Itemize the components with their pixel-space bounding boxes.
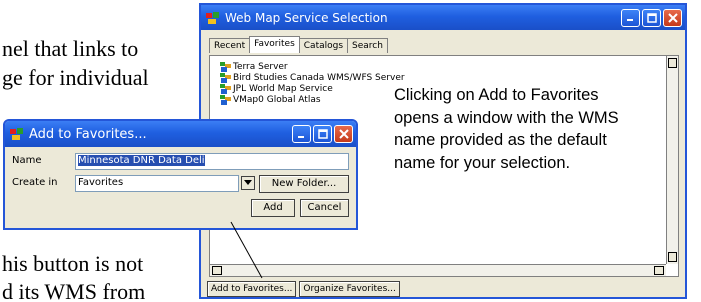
tree-item-label: Bird Studies Canada WMS/WFS Server [233, 73, 405, 83]
minimize-icon [298, 135, 304, 138]
new-folder-button[interactable]: New Folder... [259, 175, 349, 193]
scroll-right-arrow[interactable] [654, 266, 664, 275]
close-icon [338, 129, 349, 139]
wms-layer-icon [220, 84, 231, 94]
tree-item-label: JPL World Map Service [233, 84, 333, 94]
wms-layer-icon [220, 95, 231, 105]
name-label: Name [12, 155, 42, 166]
favorites-dialog-title: Add to Favorites... [29, 126, 147, 142]
create-in-value: Favorites [78, 177, 124, 188]
app-icon [206, 11, 219, 24]
scroll-up-arrow[interactable] [668, 58, 677, 68]
organize-favorites-button[interactable]: Organize Favorites... [299, 281, 400, 297]
tree-item-label: VMap0 Global Atlas [233, 95, 321, 105]
wms-titlebar[interactable]: Web Map Service Selection [201, 5, 685, 30]
create-in-label: Create in [12, 177, 58, 188]
maximize-icon [646, 12, 657, 23]
background-text-line-2: ge for individual [2, 65, 149, 90]
wms-bottom-bar: Add to Favorites... Organize Favorites..… [207, 281, 400, 297]
horizontal-scrollbar[interactable] [210, 264, 666, 276]
scroll-down-arrow[interactable] [668, 252, 677, 262]
background-text-line-1: nel that links to [2, 36, 139, 61]
vertical-scrollbar[interactable] [666, 56, 678, 264]
app-icon [10, 128, 23, 140]
chevron-down-icon [244, 180, 252, 185]
maximize-button[interactable] [313, 125, 332, 143]
background-text-line-3: his button is not [2, 251, 144, 276]
tab-catalogs[interactable]: Catalogs [298, 38, 349, 53]
callout-text: Clicking on Add to Favorites opens a win… [394, 86, 619, 172]
tree-item-vmap0[interactable]: VMap0 Global Atlas [220, 95, 321, 105]
close-icon [667, 12, 678, 23]
create-in-dropdown-button[interactable] [241, 176, 255, 190]
close-button[interactable] [663, 8, 682, 27]
create-in-select[interactable]: Favorites [75, 175, 239, 192]
name-field-value: Minnesota DNR Data Deli [78, 155, 205, 166]
tree-item-jpl-world-map[interactable]: JPL World Map Service [220, 84, 333, 94]
minimize-button[interactable] [292, 125, 311, 143]
tab-search[interactable]: Search [347, 38, 388, 53]
add-to-favorites-button[interactable]: Add to Favorites... [207, 281, 297, 297]
tree-item-bird-studies[interactable]: Bird Studies Canada WMS/WFS Server [220, 73, 405, 83]
maximize-icon [317, 129, 328, 139]
minimize-icon [627, 19, 633, 21]
wms-layer-icon [220, 62, 231, 72]
tab-recent[interactable]: Recent [209, 38, 251, 53]
tab-favorites[interactable]: Favorites [249, 36, 300, 53]
scroll-left-arrow[interactable] [212, 266, 222, 275]
name-field[interactable]: Minnesota DNR Data Deli [75, 153, 349, 170]
maximize-button[interactable] [642, 8, 661, 27]
add-button[interactable]: Add [251, 199, 295, 217]
favorites-titlebar[interactable]: Add to Favorites... [5, 121, 356, 147]
tree-item-terra-server[interactable]: Terra Server [220, 62, 288, 72]
tree-item-label: Terra Server [233, 62, 288, 72]
tab-bar: Recent Favorites Catalogs Search [209, 36, 388, 53]
background-text-line-4: d its WMS from [2, 279, 146, 302]
close-button[interactable] [334, 125, 353, 143]
callout-text-box: Clicking on Add to Favorites opens a win… [386, 83, 632, 235]
cancel-button[interactable]: Cancel [300, 199, 349, 217]
wms-window-title: Web Map Service Selection [225, 10, 388, 25]
minimize-button[interactable] [621, 8, 640, 27]
wms-layer-icon [220, 73, 231, 83]
add-to-favorites-dialog: Add to Favorites... Name Minnesota DNR D… [3, 119, 358, 230]
